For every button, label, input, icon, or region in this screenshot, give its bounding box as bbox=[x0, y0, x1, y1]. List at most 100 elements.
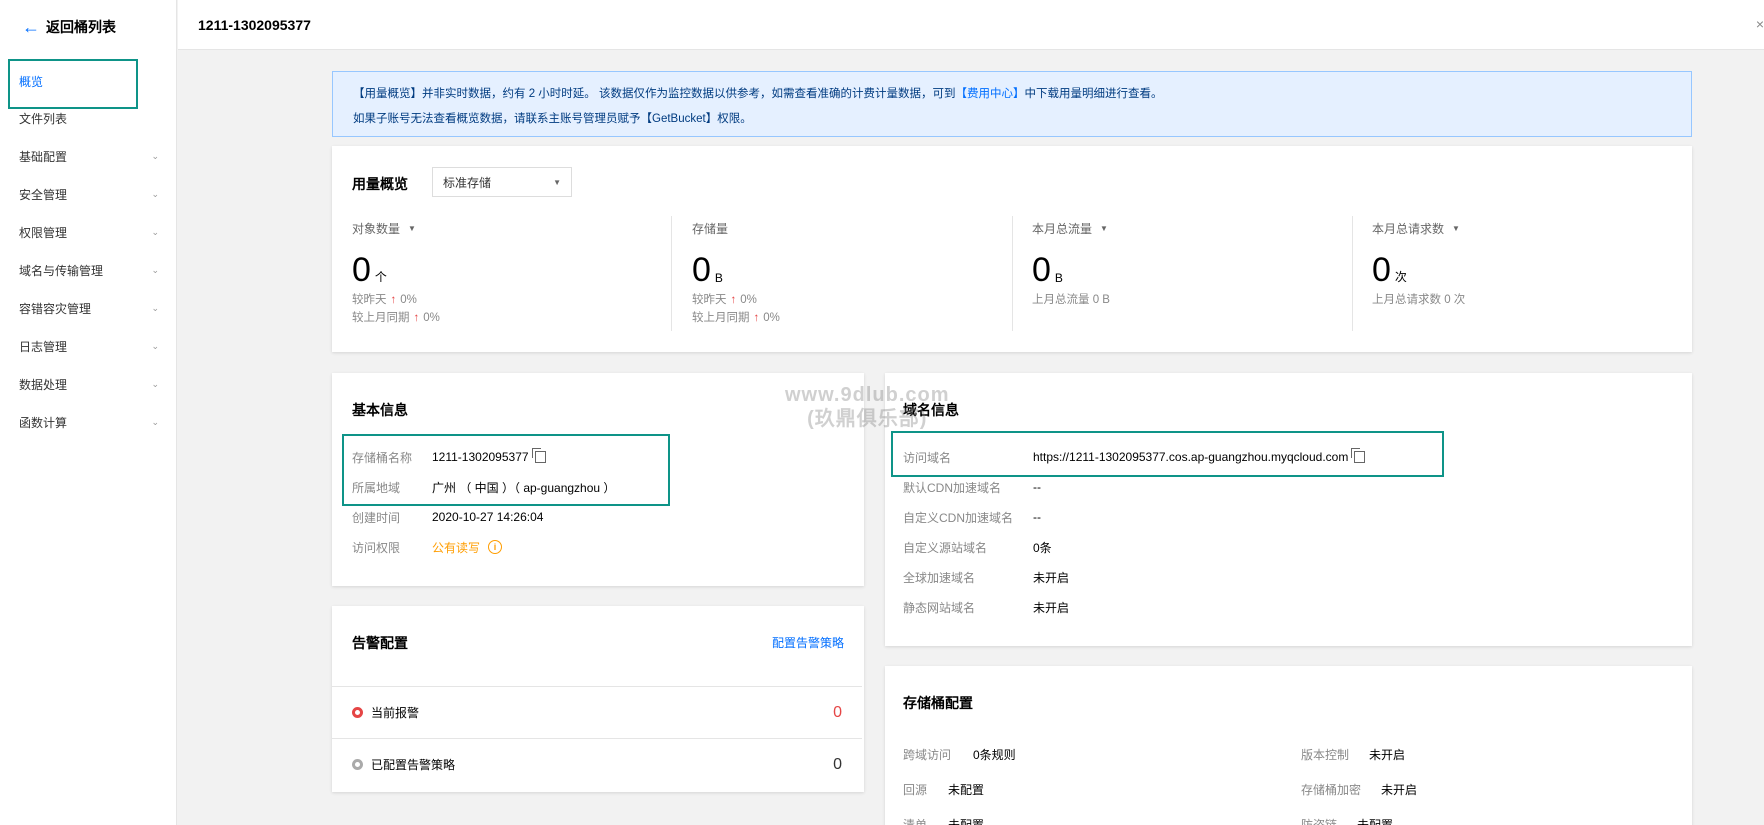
stat-value: 0 bbox=[692, 251, 711, 289]
arrow-up-icon: ↑ bbox=[730, 294, 737, 306]
configured-policy-row[interactable]: 已配置告警策略 0 bbox=[332, 738, 862, 790]
watermark-line: (玖鼎俱乐部) bbox=[807, 408, 928, 430]
chevron-down-icon: ⌄ bbox=[151, 150, 159, 161]
chevron-down-icon: ⌄ bbox=[151, 378, 159, 389]
close-icon[interactable]: × bbox=[1756, 16, 1764, 32]
highlight-box-domain bbox=[891, 431, 1444, 477]
caret-down-icon[interactable]: ▼ bbox=[408, 224, 416, 233]
field-label: 回源 bbox=[903, 782, 928, 797]
sidebar-item-basic-config[interactable]: 基础配置 ⌄ bbox=[19, 145, 159, 167]
stat-daily-change: 较昨天 ↑ 0% bbox=[692, 291, 992, 309]
alarm-config-card: 告警配置 配置告警策略 当前报警 0 已配置告警策略 0 bbox=[332, 606, 864, 792]
field-label: 静态网站域名 bbox=[903, 600, 976, 615]
field-label: 自定义CDN加速域名 bbox=[903, 510, 1013, 525]
notice-text: 【用量概览】并非实时数据，约有 2 小时时延。 该数据仅作为监控数据以供参考，如… bbox=[353, 88, 956, 100]
page-title: 1211-1302095377 bbox=[198, 17, 311, 33]
field-label: 防盗链 bbox=[1301, 817, 1338, 825]
stat-label: 对象数量 bbox=[352, 222, 401, 236]
bucket-config-card: 存储桶配置 跨域访问 0条规则 回源 未配置 清单 未配置 版本控制 未开启 存储桶加密… bbox=[885, 666, 1692, 825]
policy-status-icon bbox=[352, 759, 363, 770]
chevron-down-icon: ⌄ bbox=[151, 188, 159, 199]
change-value: 0% bbox=[400, 294, 417, 306]
arrow-left-icon: ← bbox=[22, 17, 40, 37]
stat-daily-change: 较昨天 ↑ 0% bbox=[352, 291, 652, 309]
caret-down-icon[interactable]: ▼ bbox=[1100, 224, 1108, 233]
sidebar-item-logs[interactable]: 日志管理 ⌄ bbox=[19, 335, 159, 357]
stat-value: 0 bbox=[1032, 251, 1051, 289]
sidebar-item-security[interactable]: 安全管理 ⌄ bbox=[19, 183, 159, 205]
highlight-box-basic-info bbox=[342, 434, 670, 506]
encryption-row: 存储桶加密 未开启 bbox=[1301, 779, 1417, 799]
stat-label: 本月总流量 bbox=[1032, 222, 1093, 236]
info-icon[interactable]: i bbox=[488, 540, 503, 554]
watermark-line: www.9dlub.com bbox=[785, 384, 950, 406]
chevron-down-icon: ⌄ bbox=[151, 416, 159, 427]
notice-text: 中下载用量明细进行查看。 bbox=[1024, 88, 1163, 100]
sidebar-item-file-list[interactable]: 文件列表 bbox=[19, 107, 159, 129]
created-time-row: 创建时间 2020-10-27 14:26:04 bbox=[352, 507, 543, 527]
alarm-status-icon bbox=[352, 707, 363, 718]
sidebar-item-fault-tolerance[interactable]: 容错容灾管理 ⌄ bbox=[19, 297, 159, 319]
current-alarm-row[interactable]: 当前报警 0 bbox=[332, 686, 862, 738]
change-value: 0% bbox=[423, 312, 440, 324]
notice-line-2: 如果子账号无法查看概览数据，请联系主账号管理员赋予【GetBucket】权限。 bbox=[353, 113, 752, 125]
billing-center-link[interactable]: 【费用中心】 bbox=[955, 88, 1024, 100]
stat-monthly-traffic: 本月总流量 ▼ 0B 上月总流量 0 B bbox=[1032, 220, 1332, 335]
policy-count: 0 bbox=[833, 755, 842, 773]
caret-down-icon[interactable]: ▼ bbox=[1452, 224, 1460, 233]
stat-last-month: 上月总流量 0 B bbox=[1032, 294, 1110, 306]
arrow-up-icon: ↑ bbox=[413, 312, 420, 324]
access-permission-value: 公有读写 bbox=[432, 540, 481, 555]
watermark: www.9dlub.com (玖鼎俱乐部) bbox=[785, 383, 950, 431]
change-value: 0% bbox=[740, 294, 757, 306]
cors-row: 跨域访问 0条规则 bbox=[903, 744, 1016, 764]
sidebar-item-label: 域名与传输管理 bbox=[19, 263, 104, 278]
usage-title: 用量概览 bbox=[352, 176, 408, 192]
stat-unit: B bbox=[1054, 271, 1063, 285]
storage-class-value: 标准存储 bbox=[443, 175, 492, 190]
stat-monthly-change: 较上月同期 ↑ 0% bbox=[352, 309, 652, 327]
divider bbox=[1352, 216, 1353, 331]
sidebar-item-domain-transfer[interactable]: 域名与传输管理 ⌄ bbox=[19, 259, 159, 281]
stat-monthly-requests: 本月总请求数 ▼ 0次 上月总请求数 0 次 bbox=[1372, 220, 1672, 335]
stat-label: 存储量 bbox=[692, 222, 729, 236]
stat-monthly-change: 较上月同期 ↑ 0% bbox=[692, 309, 992, 327]
storage-class-select[interactable]: 标准存储 ▼ bbox=[432, 167, 572, 197]
chevron-down-icon: ⌄ bbox=[151, 226, 159, 237]
sidebar-item-functions[interactable]: 函数计算 ⌄ bbox=[19, 411, 159, 433]
versioning-row: 版本控制 未开启 bbox=[1301, 744, 1405, 764]
sidebar-item-label: 容错容灾管理 bbox=[19, 301, 92, 316]
arrow-up-icon: ↑ bbox=[753, 312, 760, 324]
global-acceleration-value: 未开启 bbox=[1033, 570, 1070, 585]
stat-value: 0 bbox=[352, 251, 371, 289]
field-label: 存储桶加密 bbox=[1301, 782, 1362, 797]
configure-alarm-link[interactable]: 配置告警策略 bbox=[772, 634, 844, 651]
stat-label: 本月总请求数 bbox=[1372, 222, 1445, 236]
encryption-value: 未开启 bbox=[1381, 782, 1418, 797]
divider bbox=[671, 216, 672, 331]
origin-pull-value: 未配置 bbox=[948, 782, 985, 797]
usage-overview-card: 用量概览 标准存储 ▼ 对象数量 ▼ 0个 较昨天 ↑ 0% 较上月同期 ↑ 0% 存储量… bbox=[332, 146, 1692, 352]
stat-value: 0 bbox=[1372, 251, 1391, 289]
stat-unit: 次 bbox=[1394, 270, 1407, 284]
field-label: 创建时间 bbox=[352, 510, 401, 525]
sidebar: ← 返回桶列表 概览 文件列表 基础配置 ⌄ 安全管理 ⌄ 权限管理 ⌄ 域名与传输管… bbox=[0, 0, 177, 825]
change-label: 较上月同期 bbox=[352, 312, 410, 324]
default-cdn-row: 默认CDN加速域名 -- bbox=[903, 477, 1041, 497]
global-acceleration-row: 全球加速域名 未开启 bbox=[903, 567, 1069, 587]
alarm-title: 告警配置 bbox=[352, 635, 408, 651]
caret-down-icon: ▼ bbox=[553, 177, 561, 187]
highlight-box-overview bbox=[8, 59, 138, 109]
back-to-bucket-list-button[interactable]: ← 返回桶列表 bbox=[22, 16, 116, 38]
custom-origin-row: 自定义源站域名 0条 bbox=[903, 537, 1052, 557]
stat-storage-size: 存储量 0B 较昨天 ↑ 0% 较上月同期 ↑ 0% bbox=[692, 220, 992, 335]
created-time-value: 2020-10-27 14:26:04 bbox=[432, 510, 544, 524]
field-label: 清单 bbox=[903, 817, 928, 825]
field-label: 全球加速域名 bbox=[903, 570, 976, 585]
stat-last-month: 上月总请求数 0 次 bbox=[1372, 294, 1466, 306]
origin-pull-row: 回源 未配置 bbox=[903, 779, 984, 799]
sidebar-item-data-processing[interactable]: 数据处理 ⌄ bbox=[19, 373, 159, 395]
top-bar: 1211-1302095377 × bbox=[178, 0, 1764, 50]
chevron-down-icon: ⌄ bbox=[151, 340, 159, 351]
sidebar-item-permissions[interactable]: 权限管理 ⌄ bbox=[19, 221, 159, 243]
